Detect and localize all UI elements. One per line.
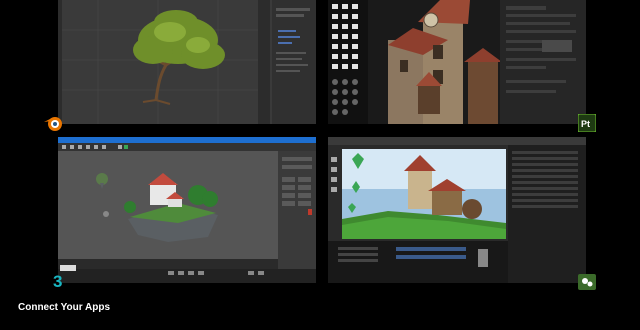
3ds-max-icon[interactable]: 3 — [52, 272, 66, 295]
island-scene-render — [58, 137, 316, 283]
caption-connect-your-apps: Connect Your Apps — [18, 302, 111, 313]
village-scene-render — [328, 137, 586, 283]
unreal-engine-panel[interactable] — [328, 137, 586, 283]
substance-painter-label: Pt — [581, 119, 590, 129]
blender-icon[interactable] — [43, 114, 65, 137]
blender-viewport-panel[interactable] — [58, 0, 316, 124]
3ds-max-viewport-panel[interactable] — [58, 137, 316, 283]
unreal-bridge-icon[interactable] — [578, 274, 596, 295]
substance-painter-panel[interactable] — [328, 0, 586, 124]
3ds-max-label: 3 — [53, 272, 62, 290]
substance-painter-icon[interactable]: Pt — [577, 113, 597, 137]
building-scene-render — [328, 0, 586, 124]
tree-scene-render — [58, 0, 316, 124]
